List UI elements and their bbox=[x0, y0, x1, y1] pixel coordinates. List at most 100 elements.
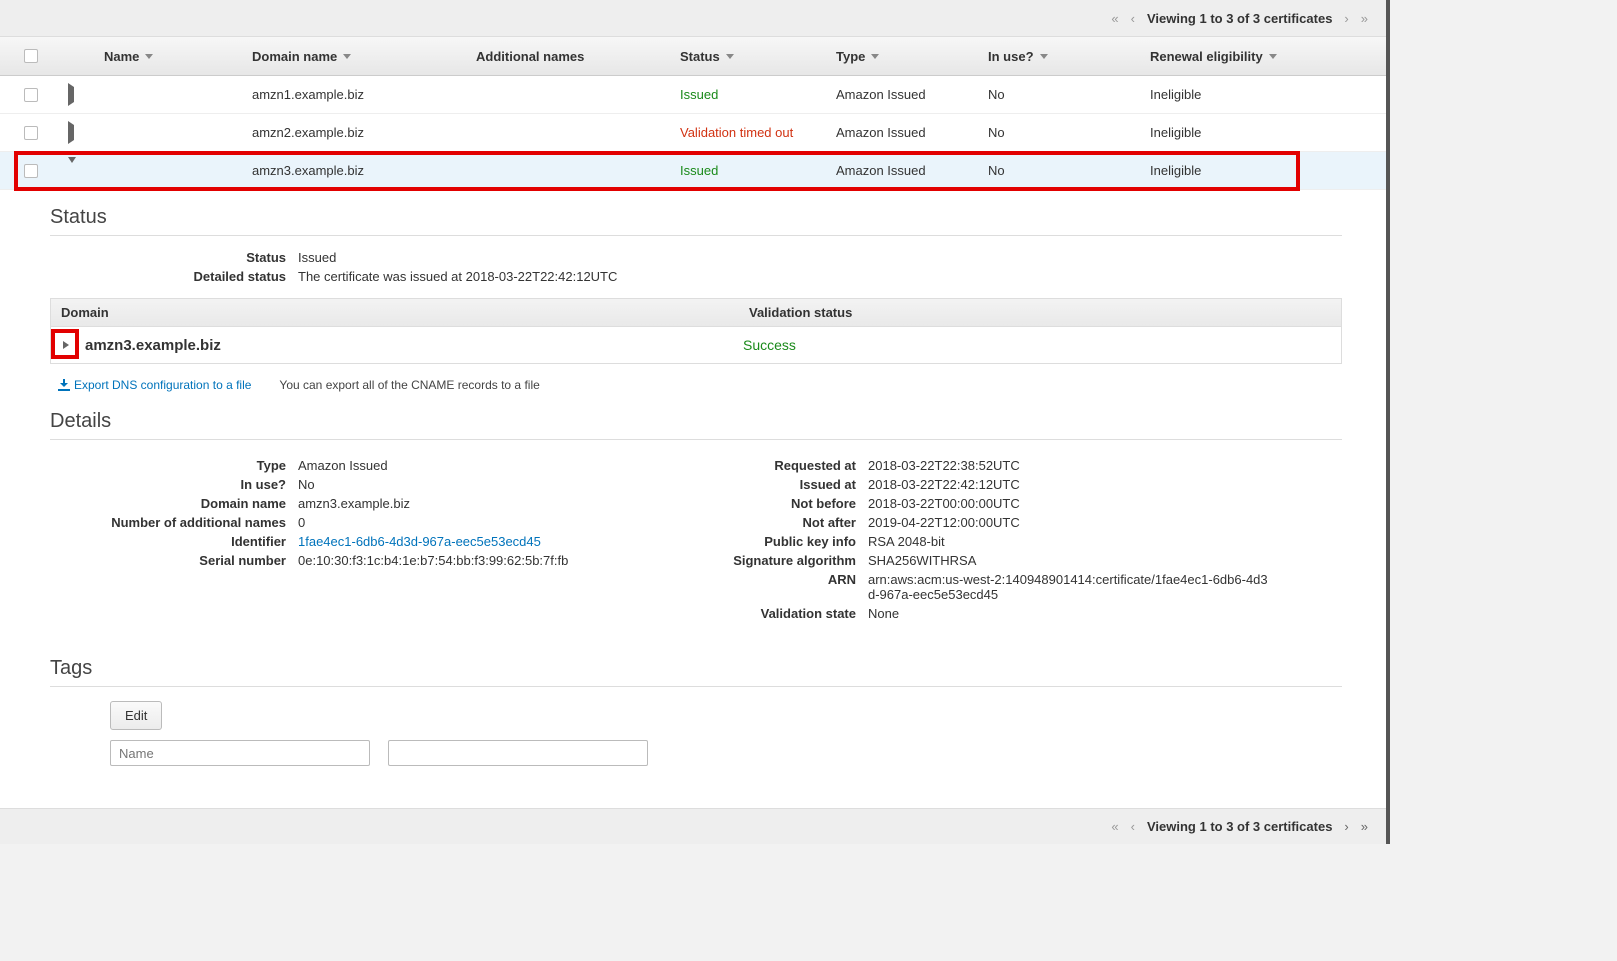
domain-name-value: amzn3.example.biz bbox=[298, 496, 410, 511]
cell-type: Amazon Issued bbox=[830, 87, 982, 102]
table-row[interactable]: amzn1.example.biz Issued Amazon Issued N… bbox=[0, 76, 1386, 114]
cell-type: Amazon Issued bbox=[830, 163, 982, 178]
serial-label: Serial number bbox=[50, 553, 286, 568]
validation-status-value: Success bbox=[743, 337, 1341, 353]
cell-renewal: Ineligible bbox=[1144, 87, 1390, 102]
table-row[interactable]: amzn3.example.biz Issued Amazon Issued N… bbox=[0, 152, 1386, 190]
export-caption: You can export all of the CNAME records … bbox=[279, 378, 539, 392]
not-before-label: Not before bbox=[610, 496, 856, 511]
domain-table-row[interactable]: amzn3.example.biz Success bbox=[51, 327, 1341, 363]
col-domain-label: Domain name bbox=[252, 49, 337, 64]
signature-algo-value: SHA256WITHRSA bbox=[868, 553, 976, 568]
sort-caret-icon bbox=[1269, 54, 1277, 59]
inuse-label: In use? bbox=[50, 477, 286, 492]
cell-renewal: Ineligible bbox=[1144, 163, 1390, 178]
details-columns: TypeAmazon Issued In use?No Domain namea… bbox=[50, 454, 1342, 639]
not-after-value: 2019-04-22T12:00:00UTC bbox=[868, 515, 1020, 530]
cell-type: Amazon Issued bbox=[830, 125, 982, 140]
col-status[interactable]: Status bbox=[674, 49, 830, 64]
status-value: Issued bbox=[298, 250, 336, 265]
col-renewal[interactable]: Renewal eligibility bbox=[1144, 49, 1390, 64]
col-renewal-label: Renewal eligibility bbox=[1150, 49, 1263, 64]
additional-names-value: 0 bbox=[298, 515, 305, 530]
col-type-label: Type bbox=[836, 49, 865, 64]
page-prev-icon[interactable]: ‹ bbox=[1125, 819, 1141, 834]
cell-domain: amzn3.example.biz bbox=[246, 163, 470, 178]
cell-status: Issued bbox=[674, 163, 830, 178]
sort-caret-icon bbox=[871, 54, 879, 59]
chevron-right-icon bbox=[68, 83, 74, 106]
status-label: Status bbox=[110, 250, 286, 265]
tags-block: Edit bbox=[110, 701, 1342, 766]
serial-value: 0e:10:30:f3:1c:b4:1e:b7:54:bb:f3:99:62:5… bbox=[298, 553, 568, 568]
row-checkbox[interactable] bbox=[24, 164, 38, 178]
expand-toggle[interactable] bbox=[68, 87, 74, 102]
page-next-icon[interactable]: › bbox=[1338, 819, 1354, 834]
divider bbox=[50, 439, 1342, 440]
download-icon bbox=[58, 379, 70, 391]
chevron-right-icon bbox=[68, 121, 74, 144]
status-kv: Status Issued Detailed status The certif… bbox=[110, 250, 1342, 284]
public-key-value: RSA 2048-bit bbox=[868, 534, 945, 549]
export-line: Export DNS configuration to a file You c… bbox=[58, 378, 1342, 392]
signature-algo-label: Signature algorithm bbox=[610, 553, 856, 568]
expand-toggle[interactable] bbox=[68, 125, 74, 140]
table-row[interactable]: amzn2.example.biz Validation timed out A… bbox=[0, 114, 1386, 152]
not-after-label: Not after bbox=[610, 515, 856, 530]
domain-name-value: amzn3.example.biz bbox=[85, 337, 221, 354]
details-right: Requested at 2018-03-22T22:38:52UTC Issue… bbox=[610, 454, 1342, 625]
page-next-icon[interactable]: › bbox=[1338, 11, 1354, 26]
cell-domain: amzn2.example.biz bbox=[246, 125, 470, 140]
pager-bottom: « ‹ Viewing 1 to 3 of 3 certificates › » bbox=[0, 808, 1386, 844]
cell-status: Validation timed out bbox=[674, 125, 830, 140]
col-type[interactable]: Type bbox=[830, 49, 982, 64]
detailed-status-value: The certificate was issued at 2018-03-22… bbox=[298, 269, 617, 284]
domain-validation-table: Domain Validation status amzn3.example.b… bbox=[50, 298, 1342, 364]
tag-value-input[interactable] bbox=[388, 740, 648, 766]
select-all-checkbox[interactable] bbox=[24, 49, 38, 63]
cell-inuse: No bbox=[982, 87, 1144, 102]
certificates-panel: « ‹ Viewing 1 to 3 of 3 certificates › »… bbox=[0, 0, 1390, 844]
divider bbox=[50, 686, 1342, 687]
details-left: TypeAmazon Issued In use?No Domain namea… bbox=[50, 454, 590, 625]
sort-caret-icon bbox=[726, 54, 734, 59]
col-name[interactable]: Name bbox=[98, 49, 246, 64]
issued-at-value: 2018-03-22T22:42:12UTC bbox=[868, 477, 1020, 492]
domain-expand-toggle[interactable] bbox=[55, 334, 77, 356]
cell-domain: amzn1.example.biz bbox=[246, 87, 470, 102]
divider bbox=[50, 235, 1342, 236]
expand-toggle[interactable] bbox=[68, 163, 76, 178]
col-domain[interactable]: Domain name bbox=[246, 49, 470, 64]
domain-col-label: Domain bbox=[61, 305, 749, 320]
row-checkbox[interactable] bbox=[24, 126, 38, 140]
page-first-icon[interactable]: « bbox=[1105, 11, 1124, 26]
identifier-value[interactable]: 1fae4ec1-6db6-4d3d-967a-eec5e53ecd45 bbox=[298, 534, 541, 549]
table-header: Name Domain name Additional names Status… bbox=[0, 36, 1386, 76]
sort-caret-icon bbox=[343, 54, 351, 59]
page-last-icon[interactable]: » bbox=[1355, 819, 1374, 834]
tag-name-input[interactable] bbox=[110, 740, 370, 766]
pager-top: « ‹ Viewing 1 to 3 of 3 certificates › » bbox=[0, 0, 1386, 36]
validation-state-label: Validation state bbox=[610, 606, 856, 621]
page-last-icon[interactable]: » bbox=[1355, 11, 1374, 26]
status-heading: Status bbox=[50, 206, 1342, 229]
export-dns-link-label: Export DNS configuration to a file bbox=[74, 378, 251, 392]
requested-at-value: 2018-03-22T22:38:52UTC bbox=[868, 458, 1020, 473]
identifier-label: Identifier bbox=[50, 534, 286, 549]
cell-inuse: No bbox=[982, 125, 1144, 140]
detailed-status-label: Detailed status bbox=[110, 269, 286, 284]
type-label: Type bbox=[50, 458, 286, 473]
arn-value: arn:aws:acm:us-west-2:140948901414:certi… bbox=[868, 572, 1268, 602]
issued-at-label: Issued at bbox=[610, 477, 856, 492]
page-prev-icon[interactable]: ‹ bbox=[1125, 11, 1141, 26]
export-dns-link[interactable]: Export DNS configuration to a file bbox=[58, 378, 251, 392]
col-additional[interactable]: Additional names bbox=[470, 49, 674, 64]
page-first-icon[interactable]: « bbox=[1105, 819, 1124, 834]
requested-at-label: Requested at bbox=[610, 458, 856, 473]
col-status-label: Status bbox=[680, 49, 720, 64]
edit-tags-button[interactable]: Edit bbox=[110, 701, 162, 730]
public-key-label: Public key info bbox=[610, 534, 856, 549]
sort-caret-icon bbox=[145, 54, 153, 59]
col-inuse[interactable]: In use? bbox=[982, 49, 1144, 64]
row-checkbox[interactable] bbox=[24, 88, 38, 102]
